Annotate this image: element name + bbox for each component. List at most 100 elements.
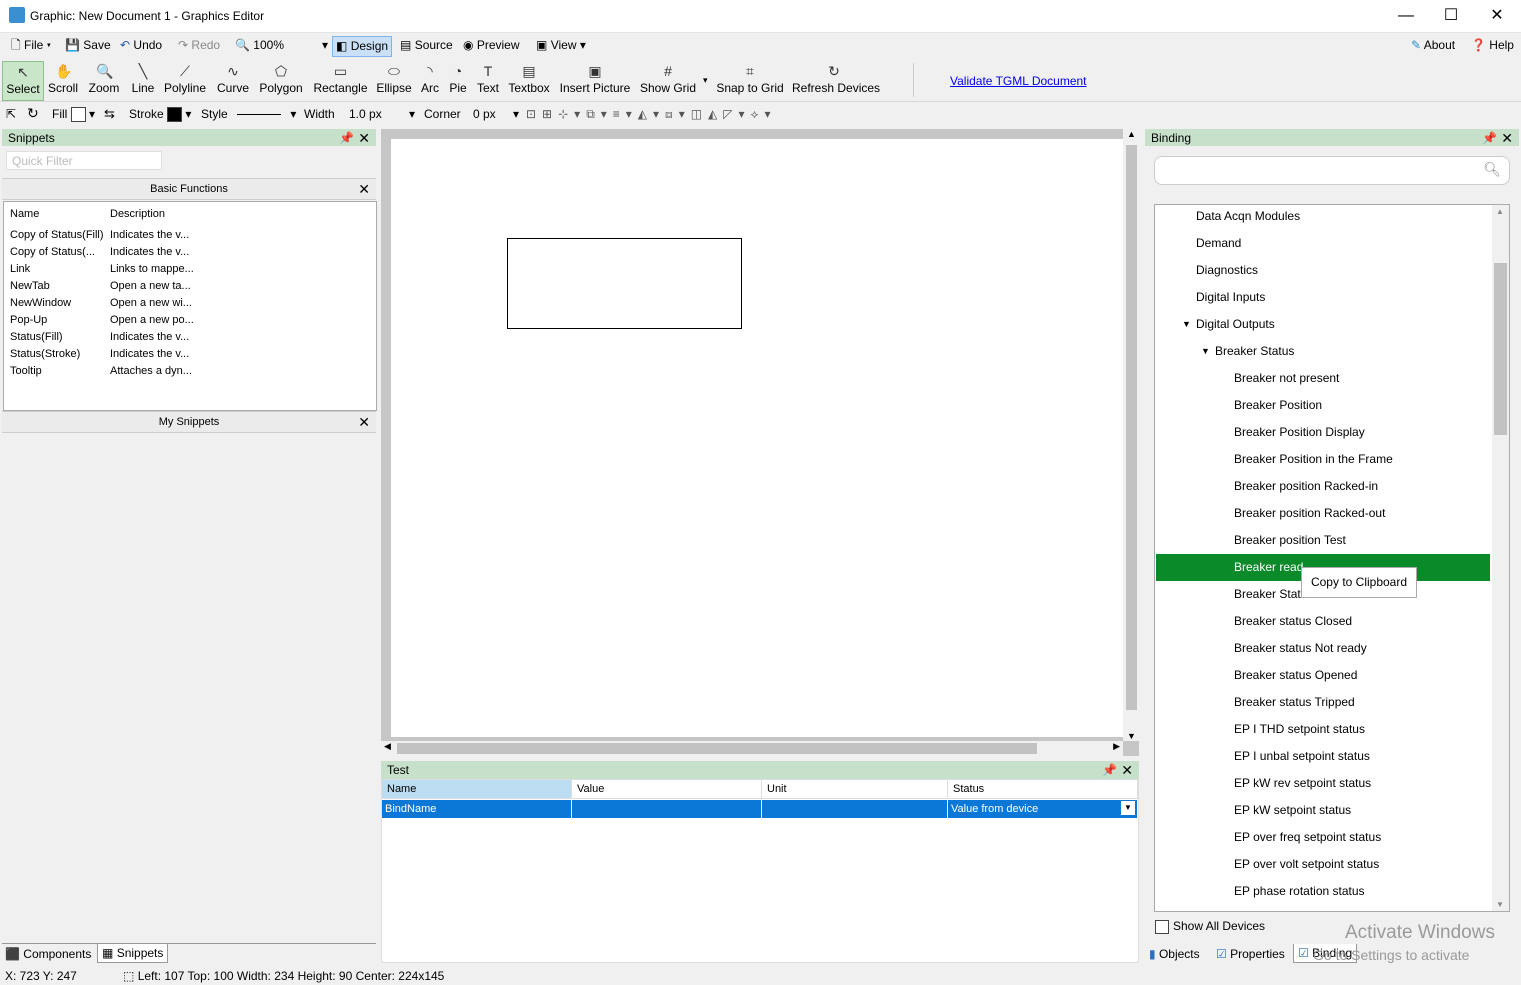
tree-node[interactable]: Diagnostics [1156, 257, 1490, 284]
unit-column-header[interactable]: Unit [762, 780, 948, 799]
swap-colors-icon[interactable]: ⇆ [104, 106, 115, 122]
tree-node[interactable]: Breaker status Opened [1156, 662, 1490, 689]
close-icon[interactable]: ✕ [1121, 761, 1133, 779]
basic-functions-header[interactable]: Basic Functions ✕ [2, 178, 376, 200]
drawing-page[interactable] [391, 139, 1123, 737]
show-grid-toggle[interactable]: # Show Grid [639, 61, 697, 99]
select-tool[interactable]: ↖ Select [2, 61, 44, 101]
grid-dropdown-icon[interactable]: ▾ [703, 75, 708, 86]
expand-arrow-icon[interactable]: ▼ [1182, 311, 1191, 338]
save-button[interactable]: 💾 Save [62, 36, 114, 55]
canvas-horizontal-scrollbar[interactable]: ◀ ▶ [381, 741, 1123, 756]
maximize-button[interactable]: ☐ [1428, 0, 1474, 32]
status-column-header[interactable]: Status [948, 780, 1138, 799]
snippets-tab[interactable]: ▦ Snippets [97, 944, 169, 963]
view-menu[interactable]: ▣ View ▾ [533, 36, 589, 55]
rectangle-shape[interactable] [507, 238, 742, 329]
binding-search-input[interactable]: 🔍︎ [1154, 156, 1510, 185]
tree-node[interactable]: Demand [1156, 230, 1490, 257]
canvas-vertical-scrollbar[interactable]: ▲ ▼ [1123, 129, 1139, 741]
close-window-button[interactable]: ✕ [1474, 0, 1520, 32]
corner-select[interactable]: 0 px ▾ [473, 107, 519, 121]
tree-node[interactable]: Breaker status Tripped [1156, 689, 1490, 716]
tree-node[interactable]: Breaker Position Display [1156, 419, 1490, 446]
tree-node[interactable]: Breaker position Racked-in [1156, 473, 1490, 500]
tree-node[interactable]: EP phase rotation status [1156, 878, 1490, 905]
expand-arrow-icon[interactable]: ▼ [1201, 338, 1210, 365]
status-select[interactable]: Value from device ▼ [948, 800, 1138, 818]
rotate-icon[interactable]: ↻ [27, 105, 39, 122]
components-tab[interactable]: ⬛ Components [5, 947, 91, 961]
rectangle-tool[interactable]: ▭ Rectangle [313, 61, 368, 99]
name-column-header[interactable]: Name [382, 780, 572, 799]
list-item[interactable]: Link Links to mappe... [10, 263, 194, 275]
tree-node[interactable]: ▼ Breaker Status [1156, 338, 1490, 365]
scroll-left-icon[interactable]: ◀ [384, 741, 391, 752]
tree-node[interactable]: EP over freq setpoint status [1156, 824, 1490, 851]
scroll-down-icon[interactable]: ▼ [1127, 731, 1136, 741]
value-column-header[interactable]: Value [572, 780, 762, 799]
list-item[interactable]: Tooltip Attaches a dyn... [10, 365, 192, 377]
description-column-header[interactable]: Description [110, 208, 198, 220]
pin-icon[interactable]: 📌 [1102, 761, 1117, 779]
chevron-down-icon[interactable]: ▼ [1121, 801, 1135, 815]
refresh-devices-button[interactable]: ↻ Refresh Devices [792, 61, 880, 99]
about-button[interactable]: ✎ About [1408, 36, 1458, 55]
pointer-tool-icon[interactable]: ⇱ [6, 107, 16, 121]
scroll-up-icon[interactable]: ▲ [1127, 129, 1136, 139]
tree-node[interactable]: Data Acqn Modules [1156, 205, 1490, 230]
tree-node[interactable]: Breaker status Closed [1156, 608, 1490, 635]
width-select[interactable]: 1.0 px ▾ [349, 107, 415, 121]
pin-icon[interactable]: 📌 [1482, 129, 1497, 147]
tree-node[interactable]: Breaker status Not ready [1156, 635, 1490, 662]
list-item[interactable]: Status(Stroke) Indicates the v... [10, 348, 189, 360]
tree-node[interactable]: EP kW setpoint status [1156, 797, 1490, 824]
tree-node[interactable]: Digital Inputs [1156, 284, 1490, 311]
style-picker[interactable]: Style ▾ [201, 107, 296, 121]
list-item[interactable]: NewWindow Open a new wi... [10, 297, 192, 309]
minimize-button[interactable]: — [1383, 0, 1429, 32]
properties-tab[interactable]: ☑ Properties [1216, 947, 1285, 961]
tree-node[interactable]: Breaker position Test [1156, 527, 1490, 554]
arc-tool[interactable]: ◝ Arc [419, 61, 441, 99]
objects-tab[interactable]: ▮ Objects [1149, 947, 1200, 961]
list-item[interactable]: Status(Fill) Indicates the v... [10, 331, 189, 343]
name-column-header[interactable]: Name [10, 208, 39, 220]
undo-button[interactable]: ↶ Undo [117, 36, 165, 55]
unit-cell[interactable] [762, 800, 948, 818]
bind-name-cell[interactable]: BindName [382, 800, 572, 818]
close-icon[interactable]: ✕ [358, 179, 370, 199]
text-tool[interactable]: T Text [476, 61, 500, 99]
list-item[interactable]: Pop-Up Open a new po... [10, 314, 194, 326]
pin-icon[interactable]: 📌 [339, 129, 354, 147]
help-button[interactable]: ❓ Help [1468, 36, 1517, 55]
close-icon[interactable]: ✕ [358, 412, 370, 432]
validate-tgml-link[interactable]: Validate TGML Document [950, 74, 1087, 88]
tree-node[interactable]: EP I THD setpoint status [1156, 716, 1490, 743]
close-icon[interactable]: ✕ [358, 129, 370, 147]
value-cell[interactable] [572, 800, 762, 818]
show-all-devices-checkbox[interactable]: Show All Devices [1155, 919, 1265, 934]
preview-tab[interactable]: ◉ Preview [460, 36, 523, 55]
tree-node[interactable]: Breaker not present [1156, 365, 1490, 392]
quick-filter-input[interactable]: Quick Filter [6, 151, 162, 170]
tree-node[interactable]: Breaker position Racked-out [1156, 500, 1490, 527]
copy-to-clipboard-tooltip[interactable]: Copy to Clipboard [1301, 567, 1417, 598]
zoom-select[interactable]: 🔍 100% ▾ [232, 36, 331, 55]
tree-node[interactable]: EP over volt setpoint status [1156, 851, 1490, 878]
snap-to-grid-toggle[interactable]: ⌗ Snap to Grid [716, 61, 784, 99]
close-icon[interactable]: ✕ [1501, 129, 1513, 147]
tree-vertical-scrollbar[interactable]: ▲ ▼ [1492, 205, 1509, 911]
insert-picture-tool[interactable]: ▣ Insert Picture [559, 61, 631, 99]
scroll-right-icon[interactable]: ▶ [1113, 741, 1120, 752]
design-tab[interactable]: ◧ Design [332, 36, 393, 57]
list-item[interactable]: Copy of Status(Fill) Indicates the v... [10, 229, 189, 241]
zoom-tool[interactable]: 🔍 Zoom [86, 61, 122, 99]
tree-node[interactable]: EP I unbal setpoint status [1156, 743, 1490, 770]
tree-node[interactable]: ▼ Digital Outputs [1156, 311, 1490, 338]
scroll-up-icon[interactable]: ▲ [1496, 207, 1504, 216]
fill-picker[interactable]: Fill ▾ [52, 107, 95, 123]
scroll-thumb[interactable] [397, 743, 1037, 754]
scroll-down-icon[interactable]: ▼ [1496, 900, 1504, 909]
tree-node[interactable]: Breaker Position [1156, 392, 1490, 419]
